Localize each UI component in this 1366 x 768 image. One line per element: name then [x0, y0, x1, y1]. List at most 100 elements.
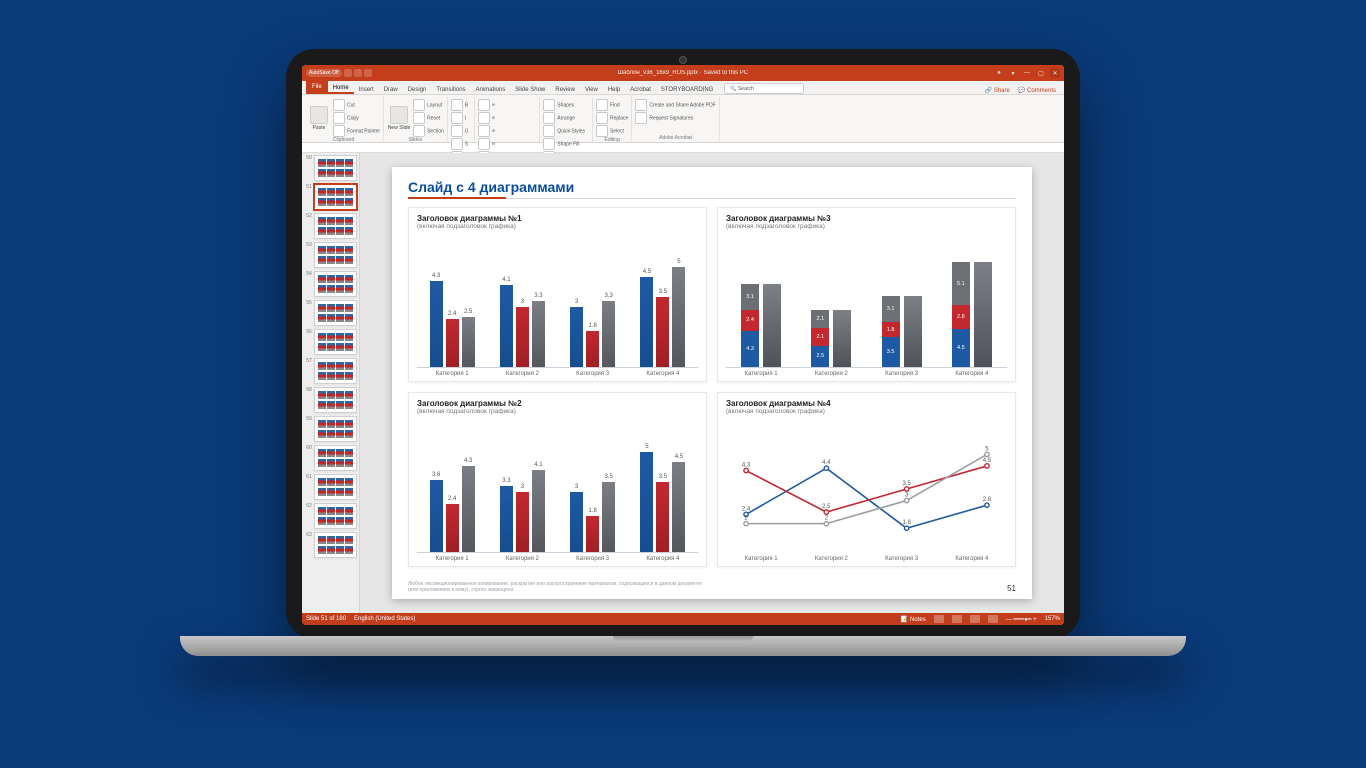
stack-segment: 5.1 [952, 262, 970, 305]
slide-thumbnail[interactable]: 54 [304, 271, 357, 297]
window-maximize-button[interactable]: ▢ [1036, 68, 1046, 78]
chart-card[interactable]: Заголовок диаграммы №3(включая подзаголо… [717, 207, 1016, 382]
tab-animations[interactable]: Animations [471, 85, 511, 94]
slide-thumbnail[interactable]: 51 [304, 184, 357, 210]
autosave-toggle[interactable]: AutoSave Off [306, 69, 342, 77]
comments-button[interactable]: 💬 Comments [1014, 87, 1060, 94]
chart-subtitle: (включая подзаголовок графика) [417, 408, 698, 415]
slide-canvas[interactable]: Слайд с 4 диаграммами Заголовок диаграмм… [392, 167, 1032, 599]
search-input[interactable]: 🔍 Search [724, 83, 804, 94]
ribbon-replace-button[interactable]: Replace [596, 112, 628, 124]
ribbon-copy-button[interactable]: Copy [333, 112, 380, 124]
slide-thumbnail[interactable]: 52 [304, 213, 357, 239]
ribbon---button[interactable]: ≡ [478, 125, 536, 137]
slide-thumbnail[interactable]: 62 [304, 503, 357, 529]
ribbon-shape-fill-button[interactable]: Shape Fill [543, 138, 589, 150]
tab-review[interactable]: Review [550, 85, 580, 94]
view-reading-icon[interactable] [970, 615, 980, 623]
tab-insert[interactable]: Insert [354, 85, 379, 94]
tab-slide-show[interactable]: Slide Show [510, 85, 550, 94]
ribbon---button[interactable]: ≡ [478, 99, 536, 111]
ribbon-b-button[interactable]: B [451, 99, 471, 111]
tab-transitions[interactable]: Transitions [431, 85, 470, 94]
bar: 2.4 [446, 319, 459, 367]
chart-card[interactable]: Заголовок диаграммы №1(включая подзаголо… [408, 207, 707, 382]
ribbon-create-and-share-adobe-pdf-button[interactable]: Create and Share Adobe PDF [635, 99, 715, 111]
x-label: Категория 4 [646, 371, 679, 377]
account-avatar[interactable]: ● [994, 68, 1004, 78]
tab-acrobat[interactable]: Acrobat [625, 85, 656, 94]
zoom-level[interactable]: 157% [1045, 616, 1060, 622]
slide-thumbnail[interactable]: 61 [304, 474, 357, 500]
slide-thumbnail[interactable]: 50 [304, 155, 357, 181]
tab-view[interactable]: View [580, 85, 603, 94]
ribbon-quick-styles-button[interactable]: Quick Styles [543, 125, 589, 137]
ribbon-options-icon[interactable]: ▾ [1008, 68, 1018, 78]
slide-thumbnail[interactable]: 56 [304, 329, 357, 355]
svg-text:3: 3 [905, 493, 909, 499]
x-label: Категория 4 [955, 556, 988, 562]
bar: 3.3 [602, 301, 615, 367]
status-language[interactable]: English (United States) [354, 616, 415, 622]
slide-stage[interactable]: Слайд с 4 диаграммами Заголовок диаграмм… [360, 153, 1064, 613]
qat-redo-icon[interactable] [364, 69, 372, 77]
slide-thumbnail[interactable]: 55 [304, 300, 357, 326]
x-label: Категория 4 [955, 371, 988, 377]
tab-home[interactable]: Home [328, 83, 354, 94]
stack-segment: 2.8 [952, 305, 970, 329]
tab-draw[interactable]: Draw [379, 85, 403, 94]
slide-thumbnail[interactable]: 53 [304, 242, 357, 268]
view-sorter-icon[interactable] [952, 615, 962, 623]
qat-undo-icon[interactable] [354, 69, 362, 77]
slide-title[interactable]: Слайд с 4 диаграммами [408, 179, 1016, 198]
new-slide-button[interactable]: New Slide [387, 106, 411, 131]
window-close-button[interactable]: ✕ [1050, 68, 1060, 78]
ribbon-group-paragraph: ≡≡≡≡⋮⇥↕Text DirectionAlign TextConvert t… [475, 97, 540, 142]
view-normal-icon[interactable] [934, 615, 944, 623]
bar: 2.4 [446, 504, 459, 552]
ribbon-find-button[interactable]: Find [596, 99, 628, 111]
ribbon-i-button[interactable]: I [451, 112, 471, 124]
ribbon-arrange-button[interactable]: Arrange [543, 112, 589, 124]
x-label: Категория 1 [436, 556, 469, 562]
slide-thumbnail[interactable]: 57 [304, 358, 357, 384]
slide-thumbnail[interactable]: 58 [304, 387, 357, 413]
chart-card[interactable]: Заголовок диаграммы №4(включая подзаголо… [717, 392, 1016, 567]
ribbon-select-button[interactable]: Select [596, 125, 628, 137]
notes-button[interactable]: 📝 Notes [901, 616, 926, 623]
ribbon-s-button[interactable]: S [451, 138, 471, 150]
workspace: 50 51 52 53 54 55 56 57 58 59 60 61 62 63 Слайд с 4 д… [302, 153, 1064, 613]
ribbon-reset-button[interactable]: Reset [413, 112, 444, 124]
chart-card[interactable]: Заголовок диаграммы №2(включая подзаголо… [408, 392, 707, 567]
ribbon-format-painter-button[interactable]: Format Painter [333, 125, 380, 137]
chart-subtitle: (включая подзаголовок графика) [726, 408, 1007, 415]
paste-button[interactable]: Paste [307, 106, 331, 131]
tab-help[interactable]: Help [603, 85, 625, 94]
window-minimize-button[interactable]: — [1022, 68, 1032, 78]
slide-thumbnail[interactable]: 60 [304, 445, 357, 471]
bar: 3 [516, 492, 529, 552]
tab-file[interactable]: File [306, 80, 328, 94]
zoom-slider[interactable]: — ━━━●━ + [1006, 616, 1037, 623]
share-button[interactable]: 🔗 Share [981, 87, 1014, 94]
ribbon-section-button[interactable]: Section [413, 125, 444, 137]
ribbon-request-signatures-button[interactable]: Request Signatures [635, 112, 715, 124]
x-label: Категория 4 [646, 556, 679, 562]
stack-segment: 2.1 [811, 328, 829, 346]
qat-save-icon[interactable] [344, 69, 352, 77]
ribbon-u-button[interactable]: U [451, 125, 471, 137]
ribbon---button[interactable]: ≡ [478, 138, 536, 150]
slide-thumbnail[interactable]: 59 [304, 416, 357, 442]
ribbon-layout-button[interactable]: Layout [413, 99, 444, 111]
tab-storyboarding[interactable]: STORYBOARDING [656, 85, 718, 94]
slide-thumbnail[interactable]: 63 [304, 532, 357, 558]
ribbon---button[interactable]: ≡ [478, 112, 536, 124]
svg-text:2.8: 2.8 [983, 497, 992, 503]
slide-thumbnail-pane[interactable]: 50 51 52 53 54 55 56 57 58 59 60 61 62 63 [302, 153, 360, 613]
tab-design[interactable]: Design [403, 85, 432, 94]
x-label: Категория 3 [576, 371, 609, 377]
view-slideshow-icon[interactable] [988, 615, 998, 623]
ribbon-cut-button[interactable]: Cut [333, 99, 380, 111]
ribbon-shapes-button[interactable]: Shapes [543, 99, 589, 111]
total-bar [833, 310, 851, 367]
